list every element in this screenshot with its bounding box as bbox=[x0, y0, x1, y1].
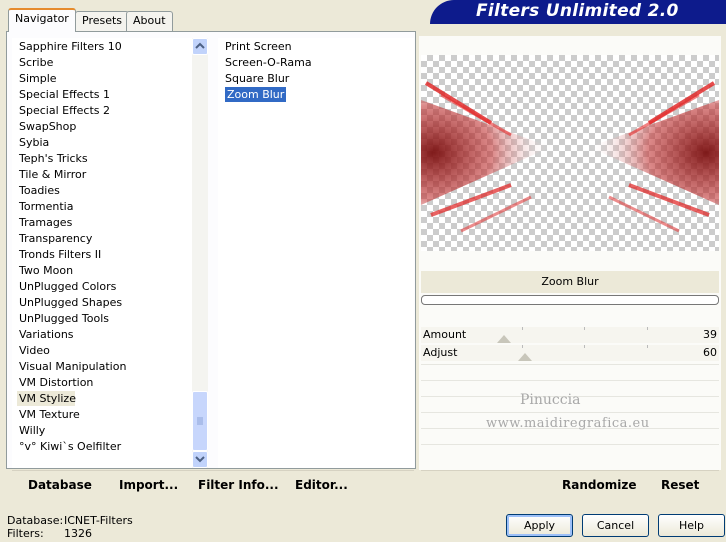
category-list[interactable]: Sapphire Filters 10 Scribe Simple Special E… bbox=[12, 38, 192, 468]
filter-item[interactable]: Square Blur bbox=[225, 71, 289, 86]
category-item[interactable]: Teph's Tricks bbox=[19, 151, 88, 166]
apply-button[interactable]: Apply bbox=[506, 514, 573, 537]
slider-adjust[interactable]: Adjust 60 bbox=[421, 345, 719, 361]
category-scrollbar[interactable] bbox=[192, 38, 208, 468]
banner-title: Filters Unlimited 2.0 bbox=[476, 1, 679, 21]
chevron-down-icon bbox=[195, 456, 205, 463]
progress-bar bbox=[421, 295, 719, 305]
category-item[interactable]: VM Stylize bbox=[17, 391, 76, 406]
filter-list[interactable]: Print Screen Screen-O-Rama Square Blur Zoom… bbox=[218, 38, 414, 468]
randomize-button[interactable]: Randomize bbox=[562, 478, 636, 492]
category-item[interactable]: Sybia bbox=[19, 135, 49, 150]
preview-image[interactable] bbox=[421, 55, 719, 251]
tab-navigator[interactable]: Navigator bbox=[8, 8, 76, 32]
title-banner: Filters Unlimited 2.0 bbox=[430, 0, 726, 24]
category-item[interactable]: Tronds Filters II bbox=[19, 247, 101, 262]
category-item[interactable]: Tramages bbox=[19, 215, 72, 230]
category-item[interactable]: Variations bbox=[19, 327, 74, 342]
cancel-button[interactable]: Cancel bbox=[582, 514, 649, 537]
reset-button[interactable]: Reset bbox=[661, 478, 699, 492]
category-item[interactable]: Transparency bbox=[19, 231, 92, 246]
slider-adjust-label: Adjust bbox=[423, 346, 458, 359]
filter-item[interactable]: Zoom Blur bbox=[225, 87, 287, 102]
slider-adjust-thumb[interactable] bbox=[517, 353, 532, 361]
scroll-down-button[interactable] bbox=[192, 451, 208, 468]
current-filter-name: Zoom Blur bbox=[421, 271, 719, 293]
grip-icon bbox=[197, 417, 203, 425]
watermark-name: Pinuccia bbox=[520, 392, 581, 408]
import-button[interactable]: Import... bbox=[119, 478, 178, 492]
category-item[interactable]: UnPlugged Shapes bbox=[19, 295, 122, 310]
category-item[interactable]: UnPlugged Colors bbox=[19, 279, 116, 294]
category-item[interactable]: Tormentia bbox=[19, 199, 73, 214]
filters-value: 1326 bbox=[64, 527, 92, 540]
slider-tick bbox=[646, 345, 648, 348]
filters-info: Filters: 1326 bbox=[7, 527, 92, 540]
right-action-bar: Randomize Reset bbox=[421, 470, 719, 498]
database-label: Database: bbox=[7, 514, 64, 527]
filter-item[interactable]: Print Screen bbox=[225, 39, 292, 54]
category-item[interactable]: Willy bbox=[19, 423, 45, 438]
database-info: Database: ICNET-Filters bbox=[7, 514, 133, 527]
filters-label: Filters: bbox=[7, 527, 44, 540]
category-item[interactable]: Special Effects 1 bbox=[19, 87, 110, 102]
database-value: ICNET-Filters bbox=[64, 514, 133, 527]
slider-tick bbox=[584, 327, 585, 330]
empty-param-row bbox=[421, 364, 719, 379]
tab-presets[interactable]: Presets bbox=[75, 11, 130, 31]
slider-tick bbox=[521, 345, 523, 348]
tab-about[interactable]: About bbox=[126, 11, 173, 31]
category-item[interactable]: SwapShop bbox=[19, 119, 76, 134]
left-action-bar: Database Import... Filter Info... Editor… bbox=[12, 470, 414, 498]
scroll-thumb[interactable] bbox=[192, 391, 208, 451]
slider-tick bbox=[584, 345, 585, 348]
filter-info-button[interactable]: Filter Info... bbox=[198, 478, 279, 492]
category-item[interactable]: Simple bbox=[19, 71, 57, 86]
slider-amount[interactable]: Amount 39 bbox=[421, 327, 719, 343]
category-item[interactable]: Tile & Mirror bbox=[19, 167, 86, 182]
empty-param-row bbox=[421, 444, 719, 459]
category-item[interactable]: Visual Manipulation bbox=[19, 359, 126, 374]
slider-tick bbox=[646, 327, 648, 330]
database-button[interactable]: Database bbox=[28, 478, 92, 492]
watermark-url: www.maidiregrafica.eu bbox=[486, 416, 650, 431]
category-item[interactable]: Video bbox=[19, 343, 50, 358]
category-item[interactable]: VM Texture bbox=[19, 407, 80, 422]
chevron-up-icon bbox=[195, 42, 205, 49]
category-item[interactable]: °v° Kiwi`s Oelfilter bbox=[19, 439, 121, 454]
category-item[interactable]: Special Effects 2 bbox=[19, 103, 110, 118]
editor-button[interactable]: Editor... bbox=[295, 478, 348, 492]
category-item[interactable]: VM Distortion bbox=[19, 375, 93, 390]
slider-amount-thumb[interactable] bbox=[497, 335, 512, 343]
scroll-up-button[interactable] bbox=[192, 38, 208, 55]
category-item[interactable]: Scribe bbox=[19, 55, 53, 70]
slider-adjust-value: 60 bbox=[703, 346, 717, 359]
slider-amount-label: Amount bbox=[423, 328, 467, 341]
category-item[interactable]: Sapphire Filters 10 bbox=[19, 39, 122, 54]
category-item[interactable]: Two Moon bbox=[19, 263, 73, 278]
category-item[interactable]: UnPlugged Tools bbox=[19, 311, 109, 326]
slider-tick bbox=[521, 327, 523, 330]
filter-item[interactable]: Screen-O-Rama bbox=[225, 55, 312, 70]
help-button[interactable]: Help bbox=[658, 514, 725, 537]
zoom-blur-preview-icon bbox=[421, 81, 719, 233]
category-item[interactable]: Toadies bbox=[19, 183, 60, 198]
slider-amount-value: 39 bbox=[703, 328, 717, 341]
